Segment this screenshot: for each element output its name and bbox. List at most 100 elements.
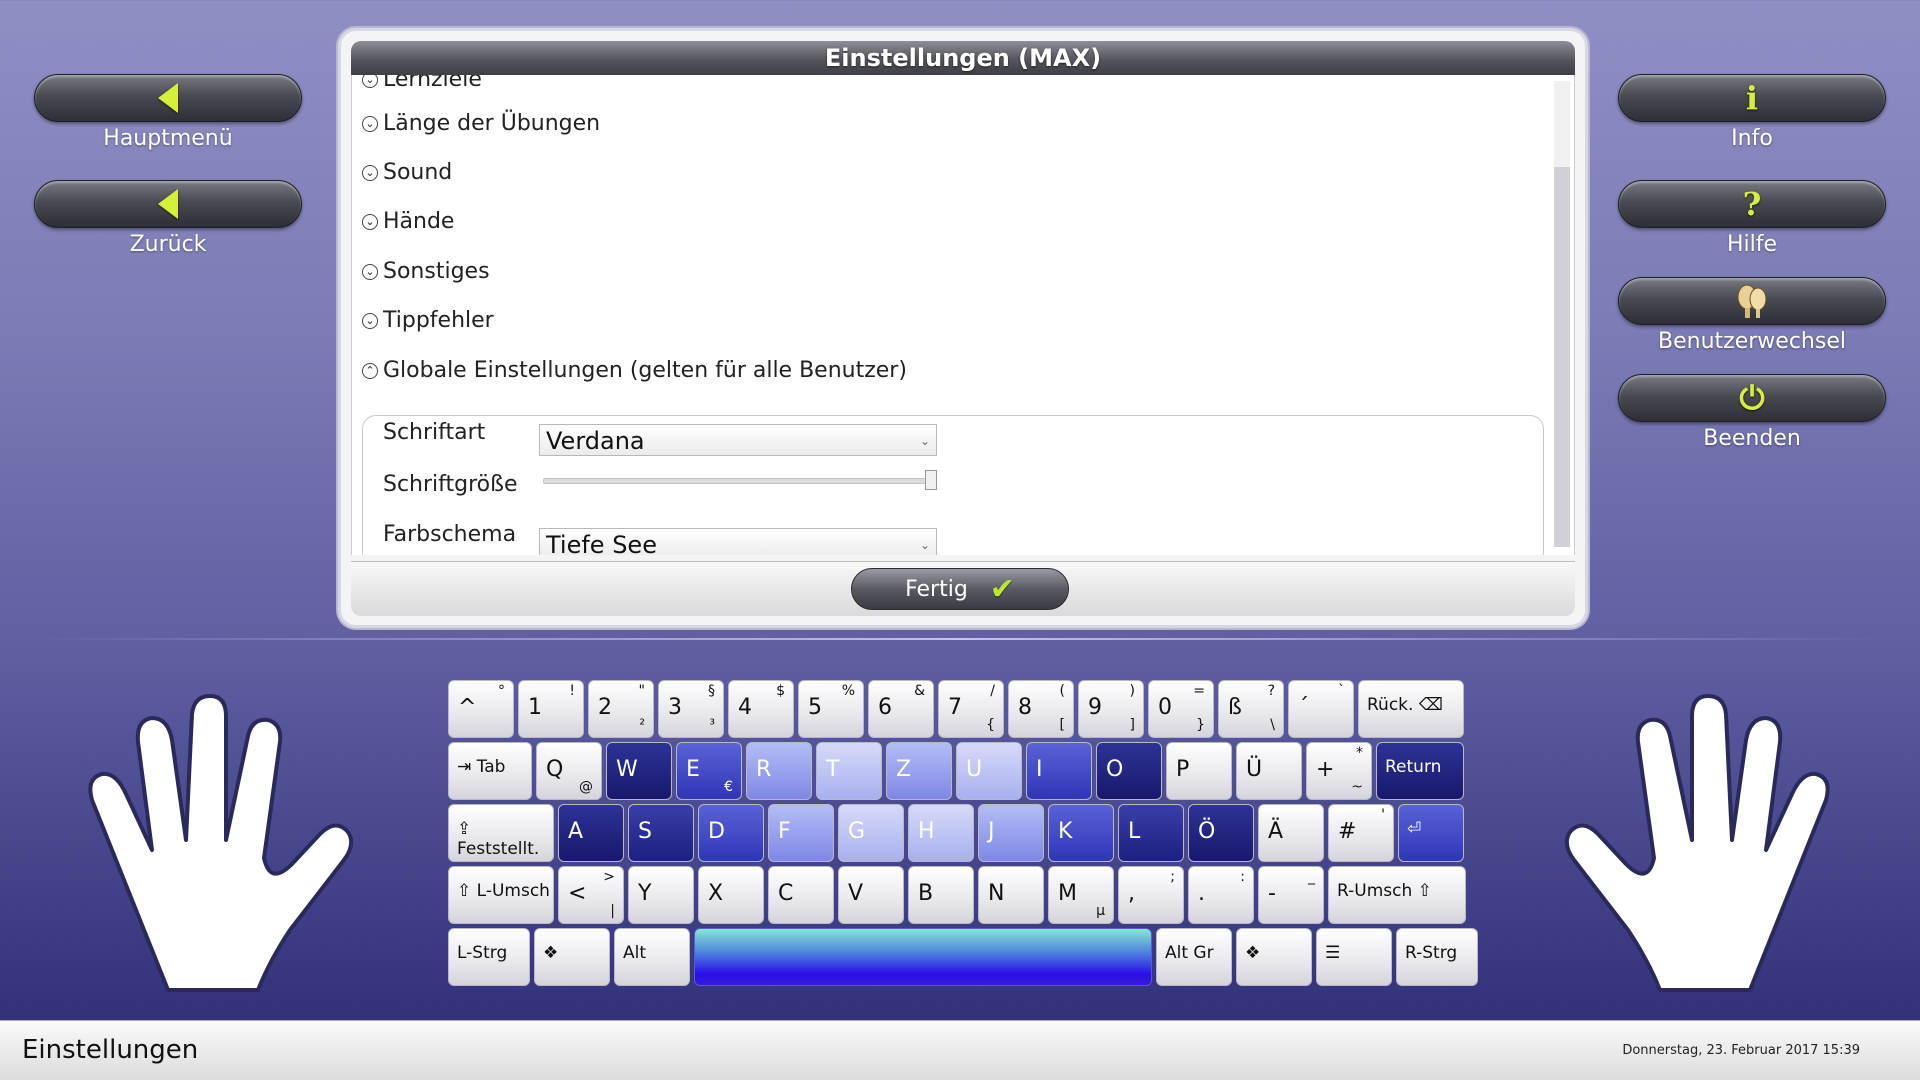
space-bar[interactable] [694, 928, 1152, 986]
scrollbar-thumb[interactable] [1554, 167, 1570, 547]
back-button[interactable]: Zurück [34, 180, 302, 257]
key-2[interactable]: 2 " ² [588, 680, 654, 738]
key-F[interactable]: F [768, 804, 834, 862]
key-T[interactable]: T [816, 742, 882, 800]
left-shift-key[interactable]: ⇧ L-Umsch [448, 866, 554, 924]
key-label: Return [1385, 757, 1442, 777]
right-shift-key[interactable]: R-Umsch ⇧ [1328, 866, 1466, 924]
enter-key[interactable]: ⏎ [1398, 804, 1464, 862]
key-5[interactable]: 5% [798, 680, 864, 738]
key-C[interactable]: C [768, 866, 834, 924]
backspace-key[interactable]: Rück. ⌫ [1358, 680, 1464, 738]
key-Ü[interactable]: Ü [1236, 742, 1302, 800]
right-ctrl-key[interactable]: R-Strg [1396, 928, 1478, 986]
key-Z[interactable]: Z [886, 742, 952, 800]
key--[interactable]: - _ [1258, 866, 1324, 924]
key-label: Alt Gr [1165, 943, 1214, 963]
section-sound[interactable]: ⌄ Sound [362, 160, 452, 185]
tab-key[interactable]: ⇥ Tab [448, 742, 532, 800]
key-altgr-label: @ [579, 779, 593, 795]
vertical-scrollbar[interactable] [1554, 81, 1570, 547]
key-main-label: X [708, 881, 724, 906]
key-S[interactable]: S [628, 804, 694, 862]
font-size-slider[interactable] [543, 478, 937, 484]
key-K[interactable]: K [1048, 804, 1114, 862]
key-#[interactable]: # ' [1328, 804, 1394, 862]
section-global[interactable]: ⌃ Globale Einstellungen (gelten für alle … [362, 358, 907, 383]
alt-key[interactable]: Alt [614, 928, 690, 986]
expand-icon: ⌄ [362, 115, 378, 132]
return-key[interactable]: Return [1376, 742, 1464, 800]
windows-key[interactable]: ❖ [1236, 928, 1312, 986]
help-pill[interactable]: ? [1618, 180, 1886, 228]
key-ß[interactable]: ß? \ [1218, 680, 1284, 738]
key-W[interactable]: W [606, 742, 672, 800]
key-G[interactable]: G [838, 804, 904, 862]
key-,[interactable]: ,; [1118, 866, 1184, 924]
key-´[interactable]: ´ ` [1288, 680, 1354, 738]
key-7[interactable]: 7 / { [938, 680, 1004, 738]
key-I[interactable]: I [1026, 742, 1092, 800]
section-learning-goals[interactable]: ⌄ Lernziele [362, 75, 482, 92]
key-P[interactable]: P [1166, 742, 1232, 800]
switch-user-button[interactable]: Benutzerwechsel [1618, 277, 1886, 354]
section-exercise-length[interactable]: ⌄ Länge der Übungen [362, 111, 600, 136]
caps-lock-key[interactable]: ⇪ Feststellt. [448, 804, 554, 862]
key-Y[interactable]: Y [628, 866, 694, 924]
key-1[interactable]: 1! [518, 680, 584, 738]
key-main-label: ^ [458, 695, 477, 720]
key-E[interactable]: E € [676, 742, 742, 800]
dialog-footer: Fertig ✔ [351, 561, 1575, 616]
color-scheme-value: Tiefe See [546, 531, 657, 555]
key-label: ⇧ L-Umsch [457, 881, 550, 901]
key-^[interactable]: ^ ° [448, 680, 514, 738]
quit-button[interactable]: ⏻ Beenden [1618, 374, 1886, 451]
key-J[interactable]: J [978, 804, 1044, 862]
key-R[interactable]: R [746, 742, 812, 800]
main-menu-button[interactable]: Hauptmenü [34, 74, 302, 151]
key-9[interactable]: 9)] [1078, 680, 1144, 738]
key-0[interactable]: 0 =} [1148, 680, 1214, 738]
key-L[interactable]: L [1118, 804, 1184, 862]
back-pill[interactable] [34, 180, 302, 228]
menu-key[interactable]: ☰ [1316, 928, 1392, 986]
key-Q[interactable]: Q @ [536, 742, 602, 800]
key-Ä[interactable]: Ä [1258, 804, 1324, 862]
font-select[interactable]: Verdana ⌄ [539, 424, 937, 456]
left-ctrl-key[interactable]: L-Strg [448, 928, 530, 986]
section-misc[interactable]: ⌄ Sonstiges [362, 259, 490, 284]
key-+[interactable]: + * ~ [1306, 742, 1372, 800]
font-size-slider-thumb[interactable] [925, 470, 937, 490]
alt-gr-key[interactable]: Alt Gr [1156, 928, 1232, 986]
key-<[interactable]: < > | [558, 866, 624, 924]
key-8[interactable]: 8 ([ [1008, 680, 1074, 738]
help-button[interactable]: ? Hilfe [1618, 180, 1886, 257]
key-A[interactable]: A [558, 804, 624, 862]
key-X[interactable]: X [698, 866, 764, 924]
quit-pill[interactable]: ⏻ [1618, 374, 1886, 422]
key-label: Alt [623, 943, 647, 963]
done-button[interactable]: Fertig ✔ [851, 568, 1069, 610]
color-scheme-select[interactable]: Tiefe See ⌄ [539, 528, 937, 555]
info-pill[interactable]: i [1618, 74, 1886, 122]
key-Ö[interactable]: Ö [1188, 804, 1254, 862]
key-N[interactable]: N [978, 866, 1044, 924]
key-main-label: 3 [668, 695, 682, 720]
key-M[interactable]: Mµ [1048, 866, 1114, 924]
key-B[interactable]: B [908, 866, 974, 924]
main-menu-pill[interactable] [34, 74, 302, 122]
key-6[interactable]: 6 & [868, 680, 934, 738]
windows-key[interactable]: ❖ [534, 928, 610, 986]
key-3[interactable]: 3 § ³ [658, 680, 724, 738]
key-O[interactable]: O [1096, 742, 1162, 800]
key-U[interactable]: U [956, 742, 1022, 800]
key-.[interactable]: .: [1188, 866, 1254, 924]
key-D[interactable]: D [698, 804, 764, 862]
key-4[interactable]: 4 $ [728, 680, 794, 738]
switch-user-pill[interactable] [1618, 277, 1886, 325]
key-V[interactable]: V [838, 866, 904, 924]
info-button[interactable]: i Info [1618, 74, 1886, 151]
key-H[interactable]: H [908, 804, 974, 862]
section-hands[interactable]: ⌄ Hände [362, 209, 454, 234]
section-typos[interactable]: ⌄ Tippfehler [362, 308, 494, 333]
